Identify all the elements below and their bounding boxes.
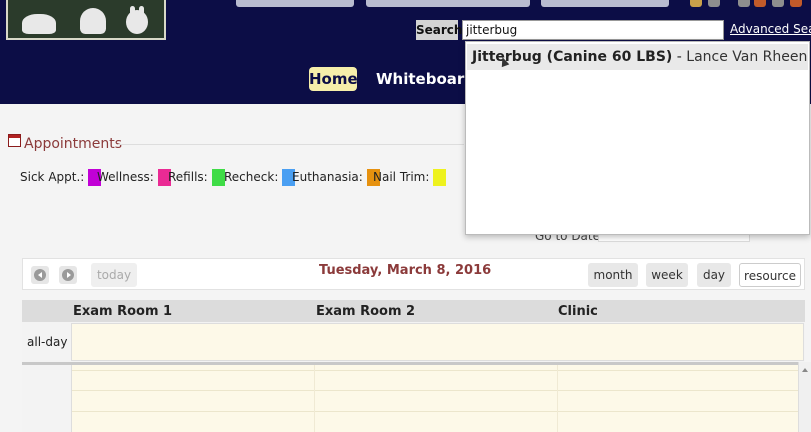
legend-item-recheck: Recheck: bbox=[224, 168, 296, 186]
column-divider bbox=[557, 365, 558, 432]
view-week-button[interactable]: week bbox=[646, 263, 688, 287]
column-divider bbox=[314, 365, 315, 432]
toolbar-icon[interactable] bbox=[738, 0, 750, 7]
top-toolbar-icons bbox=[690, 0, 811, 8]
toolbar-icon[interactable] bbox=[754, 0, 766, 7]
rabbit-ear bbox=[130, 6, 135, 18]
calendar-icon bbox=[8, 134, 21, 147]
search-input[interactable] bbox=[462, 20, 724, 40]
calendar-date-title: Tuesday, March 8, 2016 bbox=[319, 263, 492, 278]
legend-item-wellness: Wellness: bbox=[97, 168, 171, 186]
legend-label: Euthanasia: bbox=[292, 170, 363, 184]
next-day-button[interactable] bbox=[59, 266, 77, 284]
advanced-search-link[interactable]: Advanced Search bbox=[730, 22, 811, 36]
right-triangle-icon bbox=[67, 272, 71, 278]
legend-swatch-refills bbox=[211, 169, 225, 186]
result-separator: - bbox=[672, 49, 687, 65]
autocomplete-result-item[interactable]: Jitterbug (Canine 60 LBS) - Lance Van Rh… bbox=[467, 44, 808, 70]
legend-item-refills: Refills: bbox=[168, 168, 225, 186]
legend-swatch-nail-trim bbox=[433, 169, 447, 186]
search-label: Search bbox=[416, 20, 462, 40]
today-button[interactable]: today bbox=[91, 263, 137, 287]
clinic-logo[interactable] bbox=[6, 0, 166, 40]
prev-day-button[interactable] bbox=[31, 266, 49, 284]
legend-label: Wellness: bbox=[97, 170, 154, 184]
toolbar-icon[interactable] bbox=[708, 0, 720, 7]
slot-line bbox=[72, 370, 805, 371]
view-resource-button[interactable]: resource bbox=[739, 263, 801, 287]
result-owner-name: Lance Van Rheenen bbox=[686, 49, 808, 65]
cat-silhouette-icon bbox=[22, 14, 56, 34]
top-status-field[interactable] bbox=[541, 0, 669, 7]
top-status-field[interactable] bbox=[236, 0, 354, 7]
appointments-title: Appointments bbox=[24, 136, 123, 152]
calendar-toolbar: today Tuesday, March 8, 2016 month week … bbox=[22, 258, 805, 290]
slot-line bbox=[72, 411, 805, 412]
column-header-clinic: Clinic bbox=[558, 304, 598, 319]
column-header-exam-room-2: Exam Room 2 bbox=[316, 304, 416, 319]
search-autocomplete-dropdown: Jitterbug (Canine 60 LBS) - Lance Van Rh… bbox=[465, 41, 810, 235]
dog-silhouette-icon bbox=[80, 8, 106, 34]
legend-label: Nail Trim: bbox=[373, 170, 430, 184]
title-divider bbox=[118, 144, 464, 145]
top-status-field[interactable] bbox=[366, 0, 530, 7]
legend-label: Recheck: bbox=[224, 170, 279, 184]
legend-item-nail-trim: Nail Trim: bbox=[373, 168, 447, 186]
toolbar-icon[interactable] bbox=[772, 0, 784, 7]
legend-item-sick: Sick Appt.: bbox=[20, 168, 102, 186]
scroll-up-icon[interactable] bbox=[802, 368, 808, 372]
nav-whiteboard[interactable]: Whiteboard bbox=[376, 70, 475, 88]
view-month-button[interactable]: month bbox=[588, 263, 638, 287]
legend-label: Sick Appt.: bbox=[20, 170, 85, 184]
time-slot-area[interactable] bbox=[71, 365, 805, 432]
toolbar-icon[interactable] bbox=[790, 0, 802, 7]
view-day-button[interactable]: day bbox=[697, 263, 731, 287]
slot-line bbox=[72, 390, 805, 391]
all-day-label: all-day bbox=[27, 335, 68, 349]
legend-item-euthanasia: Euthanasia: bbox=[292, 168, 380, 186]
nav-home[interactable]: Home bbox=[309, 67, 358, 91]
time-slots bbox=[22, 365, 805, 432]
left-triangle-icon bbox=[38, 272, 42, 278]
calendar-column-headers: Exam Room 1 Exam Room 2 Clinic bbox=[22, 300, 805, 322]
rabbit-ear bbox=[139, 6, 144, 18]
calendar-scrollbar[interactable] bbox=[798, 362, 811, 432]
all-day-row: all-day bbox=[22, 322, 805, 362]
legend-label: Refills: bbox=[168, 170, 208, 184]
column-header-exam-room-1: Exam Room 1 bbox=[73, 304, 173, 319]
all-day-cells[interactable] bbox=[71, 323, 804, 361]
toolbar-icon[interactable] bbox=[690, 0, 702, 7]
